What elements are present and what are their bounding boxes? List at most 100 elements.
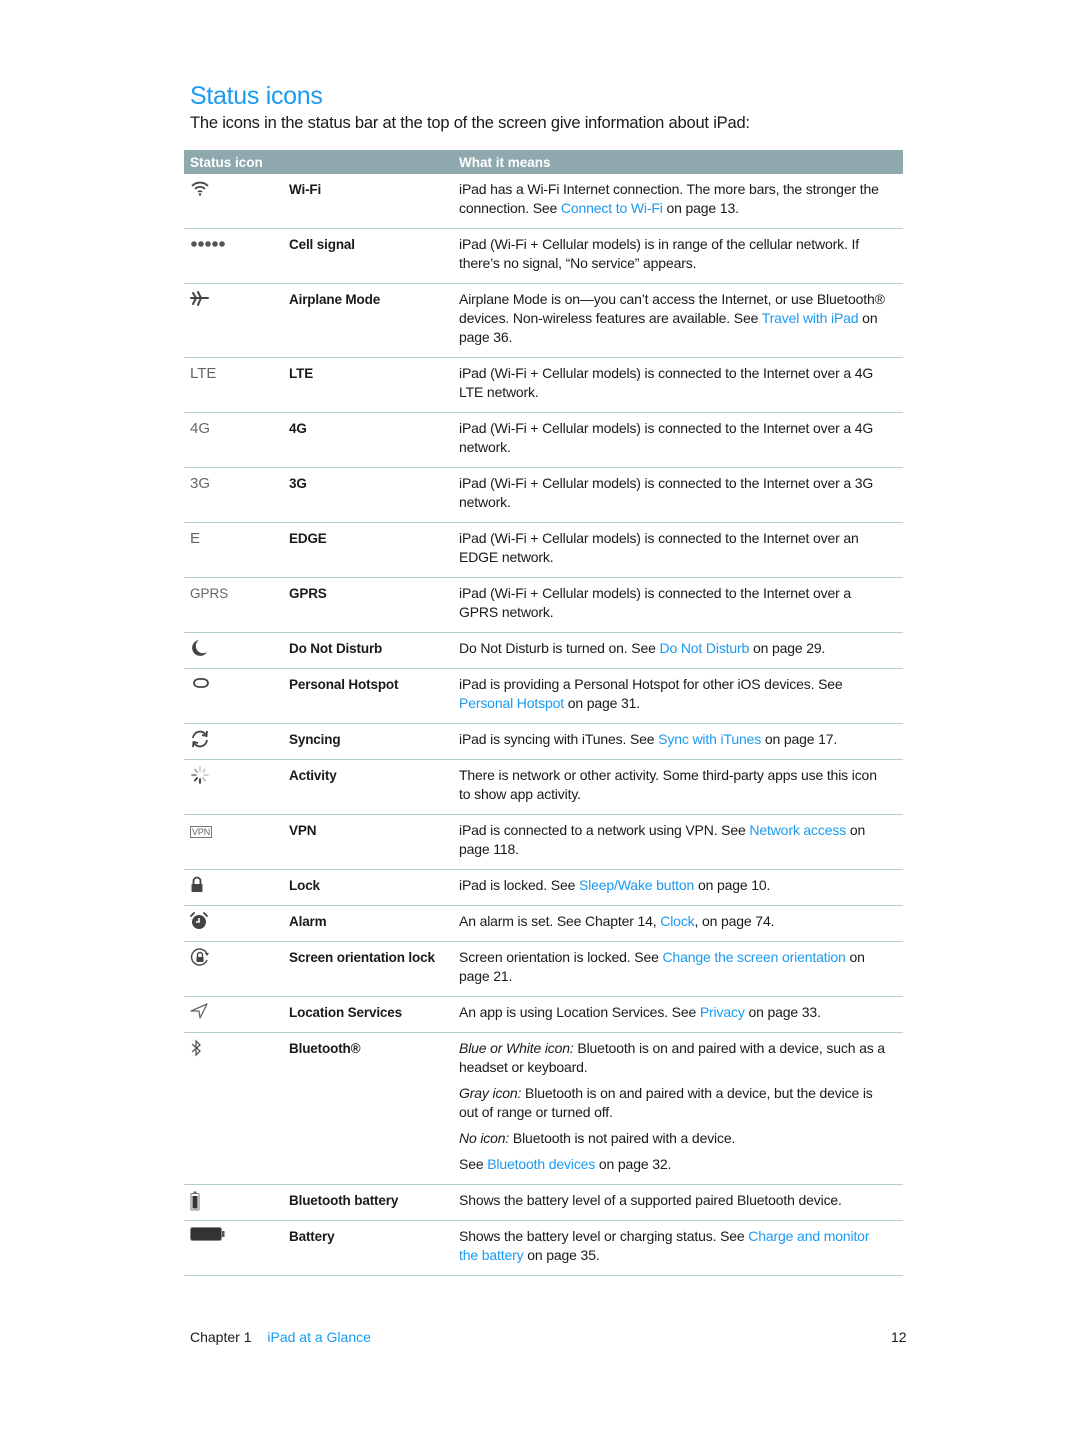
cross-reference-link[interactable]: Bluetooth devices	[487, 1156, 595, 1172]
status-description: Screen orientation is locked. See Change…	[453, 942, 903, 996]
description-text: iPad is connected to a network using VPN…	[459, 822, 750, 838]
cross-reference-link[interactable]: Personal Hotspot	[459, 695, 564, 711]
personal-hotspot-icon	[190, 675, 212, 691]
table-row: Screen orientation lock Screen orientatio…	[184, 942, 903, 997]
alarm-clock-icon	[190, 912, 208, 930]
gprs-icon: GPRS	[190, 586, 229, 601]
status-description: Shows the battery level of a supported p…	[453, 1185, 903, 1220]
status-description: There is network or other activity. Some…	[453, 760, 903, 814]
description-text: Do Not Disturb is turned on. See	[459, 640, 660, 656]
status-name: Battery	[289, 1229, 335, 1244]
table-row: Battery Shows the battery level or chargi…	[184, 1221, 903, 1276]
description-paragraph: iPad (Wi-Fi + Cellular models) is connec…	[459, 474, 891, 512]
description-text: iPad is locked. See	[459, 877, 579, 893]
icon-cell	[184, 633, 289, 668]
status-name: Personal Hotspot	[289, 677, 399, 692]
intro-text: The icons in the status bar at the top o…	[190, 114, 750, 132]
icon-cell	[184, 229, 289, 283]
cross-reference-link[interactable]: Sync with iTunes	[658, 731, 761, 747]
description-text: Shows the battery level of a supported p…	[459, 1192, 842, 1208]
status-name: 3G	[289, 476, 307, 491]
cross-reference-link[interactable]: Clock	[660, 913, 694, 929]
description-text: iPad (Wi-Fi + Cellular models) is connec…	[459, 585, 851, 620]
header-status-icon: Status icon	[190, 154, 263, 170]
moon-icon	[190, 639, 208, 657]
icon-cell: LTE	[184, 358, 289, 412]
lock-icon	[190, 876, 204, 893]
status-description: iPad (Wi-Fi + Cellular models) is connec…	[453, 523, 903, 577]
status-description: iPad (Wi-Fi + Cellular models) is connec…	[453, 413, 903, 467]
icon-cell	[184, 284, 289, 357]
icon-cell	[184, 906, 289, 941]
status-description: iPad (Wi-Fi + Cellular models) is connec…	[453, 578, 903, 632]
status-name: Bluetooth battery	[289, 1193, 399, 1208]
table-row: VPN VPN iPad is connected to a network usi…	[184, 815, 903, 870]
table-row: Syncing iPad is syncing with iTunes. See …	[184, 724, 903, 760]
description-text: Screen orientation is locked. See	[459, 949, 663, 965]
table-row: Bluetooth® Blue or White icon: Bluetooth …	[184, 1033, 903, 1185]
table-row: E EDGE iPad (Wi-Fi + Cellular models) is c…	[184, 523, 903, 578]
description-text: on page 31.	[564, 695, 641, 711]
cross-reference-link[interactable]: Travel with iPad	[762, 310, 859, 326]
description-paragraph: See Bluetooth devices on page 32.	[459, 1155, 891, 1174]
status-name: Screen orientation lock	[289, 950, 435, 965]
table-row: Wi-Fi iPad has a Wi-Fi Internet connectio…	[184, 174, 903, 229]
cross-reference-link[interactable]: Privacy	[700, 1004, 745, 1020]
footer-chapter-link[interactable]: iPad at a Glance	[267, 1329, 371, 1345]
table-body: Wi-Fi iPad has a Wi-Fi Internet connectio…	[184, 174, 903, 1276]
description-text: on page 29.	[749, 640, 826, 656]
description-text: Shows the battery level or charging stat…	[459, 1228, 749, 1244]
cross-reference-link[interactable]: Sleep/Wake button	[579, 877, 694, 893]
table-row: Alarm An alarm is set. See Chapter 14, Cl…	[184, 906, 903, 942]
description-paragraph: iPad has a Wi-Fi Internet connection. Th…	[459, 180, 891, 218]
cross-reference-link[interactable]: Network access	[749, 822, 846, 838]
wifi-icon	[190, 180, 210, 196]
status-description: iPad is locked. See Sleep/Wake button on…	[453, 870, 903, 905]
page-number: 12	[891, 1329, 907, 1345]
description-text: on page 35.	[523, 1247, 600, 1263]
icon-cell	[184, 870, 289, 905]
table-row: Bluetooth battery Shows the battery level…	[184, 1185, 903, 1221]
description-text: iPad (Wi-Fi + Cellular models) is in ran…	[459, 236, 859, 271]
cross-reference-link[interactable]: Do Not Disturb	[659, 640, 749, 656]
cross-reference-link[interactable]: Connect to Wi-Fi	[561, 200, 663, 216]
description-text: iPad is providing a Personal Hotspot for…	[459, 676, 843, 692]
sync-icon	[190, 730, 210, 748]
status-name: Airplane Mode	[289, 292, 381, 307]
description-text: on page 10.	[694, 877, 771, 893]
table-header: Status icon What it means	[184, 150, 903, 174]
icon-cell	[184, 724, 289, 759]
status-name: GPRS	[289, 586, 327, 601]
icon-cell	[184, 174, 289, 228]
table-row: LTE LTE iPad (Wi-Fi + Cellular models) is …	[184, 358, 903, 413]
table-row: Personal Hotspot iPad is providing a Pers…	[184, 669, 903, 724]
description-text: on page 17.	[761, 731, 838, 747]
icon-cell: E	[184, 523, 289, 577]
description-paragraph: Shows the battery level of a supported p…	[459, 1191, 891, 1210]
status-description: iPad (Wi-Fi + Cellular models) is connec…	[453, 358, 903, 412]
table-row: GPRS GPRS iPad (Wi-Fi + Cellular models) i…	[184, 578, 903, 633]
cell-signal-icon	[190, 239, 228, 249]
italic-label: No icon:	[459, 1130, 510, 1146]
table-row: Airplane Mode Airplane Mode is on—you can…	[184, 284, 903, 358]
description-paragraph: iPad (Wi-Fi + Cellular models) is connec…	[459, 364, 891, 402]
status-description: Do Not Disturb is turned on. See Do Not …	[453, 633, 903, 668]
status-description: iPad (Wi-Fi + Cellular models) is connec…	[453, 468, 903, 522]
status-name: Alarm	[289, 914, 327, 929]
status-name: Do Not Disturb	[289, 641, 383, 656]
cross-reference-link[interactable]: Change the screen orientation	[662, 949, 845, 965]
icon-cell: 4G	[184, 413, 289, 467]
table-row: 4G 4G iPad (Wi-Fi + Cellular models) is co…	[184, 413, 903, 468]
battery-icon	[190, 1227, 226, 1241]
description-text: There is network or other activity. Some…	[459, 767, 877, 802]
description-text: on page 33.	[744, 1004, 821, 1020]
table-row: Do Not Disturb Do Not Disturb is turned o…	[184, 633, 903, 669]
description-text: iPad (Wi-Fi + Cellular models) is connec…	[459, 530, 859, 565]
icon-cell	[184, 1033, 289, 1184]
status-name: Location Services	[289, 1005, 402, 1020]
orientation-lock-icon	[190, 948, 212, 966]
status-description: Airplane Mode is on—you can’t access the…	[453, 284, 903, 357]
icon-cell: VPN	[184, 815, 289, 869]
table-row: Cell signal iPad (Wi-Fi + Cellular models…	[184, 229, 903, 284]
status-description: Shows the battery level or charging stat…	[453, 1221, 903, 1275]
